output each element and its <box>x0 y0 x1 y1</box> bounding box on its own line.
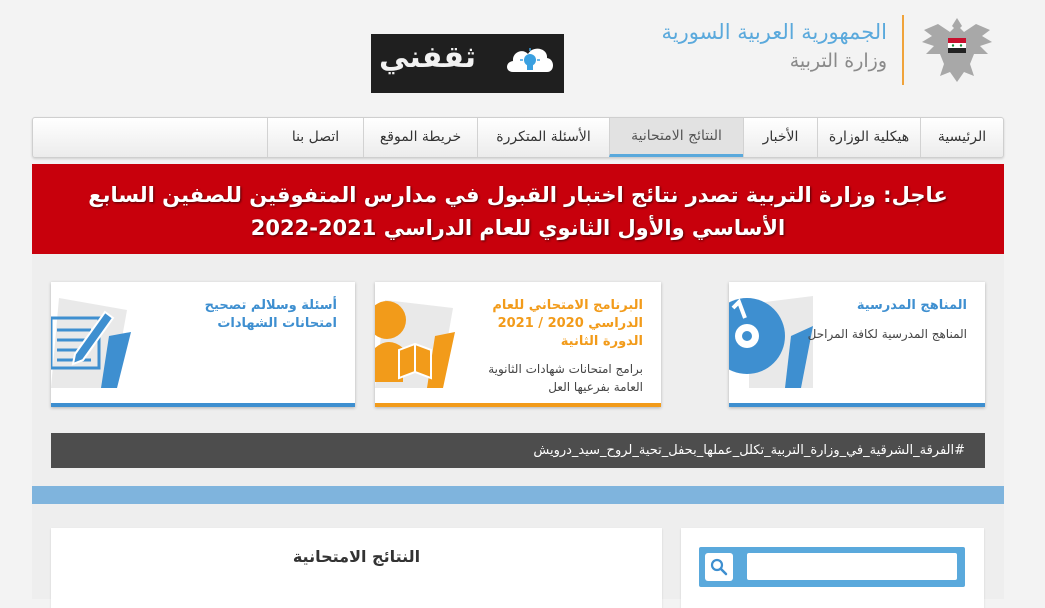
card-desc: المناهج المدرسية لكافة المراحل <box>807 327 967 341</box>
card-title: المناهج المدرسية <box>856 298 967 313</box>
nav-news[interactable]: الأخبار <box>743 118 817 157</box>
panel-title: النتائج الامتحانية <box>292 547 421 566</box>
pencil-paper-icon <box>51 298 131 388</box>
card-exam-program[interactable]: البرنامج الامتحاني للعام الدراسي 2020 / … <box>375 282 661 407</box>
card-title: البرنامج الامتحاني للعام الدراسي 2020 / … <box>492 298 643 349</box>
syrian-eagle-emblem <box>922 18 992 82</box>
nav-contact[interactable]: اتصل بنا <box>267 118 363 157</box>
logo-text: ثقفني <box>379 40 477 75</box>
breaking-text: وزارة التربية تصدر نتائج اختبار القبول ف… <box>88 183 876 240</box>
card-exam-questions[interactable]: أسئلة وسلالم تصحيح امتحانات الشهادات <box>51 282 355 407</box>
search-input[interactable] <box>747 553 957 580</box>
news-ticker[interactable]: #الفرقة_الشرقية_في_وزارة_التربية_تكلل_عم… <box>51 433 985 468</box>
card-bar <box>375 403 661 407</box>
card-title: أسئلة وسلالم تصحيح امتحانات الشهادات <box>204 298 337 331</box>
main-nav: الرئيسية هيكلية الوزارة الأخبار النتائج … <box>32 117 1004 158</box>
thaqafni-logo[interactable]: ثقفني <box>371 34 564 93</box>
search-button[interactable] <box>705 553 733 581</box>
breaking-news-banner[interactable]: عاجل: وزارة التربية تصدر نتائج اختبار ال… <box>32 164 1004 254</box>
header-divider <box>902 15 904 85</box>
nav-sitemap[interactable]: خريطة الموقع <box>363 118 477 157</box>
blue-divider-strip <box>32 486 1004 504</box>
republic-name: الجمهورية العربية السورية <box>661 20 887 44</box>
card-bar <box>729 403 985 407</box>
search-box <box>699 547 965 587</box>
nav-exam-results[interactable]: النتائج الامتحانية <box>609 118 743 157</box>
card-curricula[interactable]: المناهج المدرسية المناهج المدرسية لكافة … <box>729 282 985 407</box>
nav-faq[interactable]: الأسئلة المتكررة <box>477 118 609 157</box>
card-desc: برامج امتحانات شهادات الثانوية العامة بف… <box>488 362 643 394</box>
nav-ministry-structure[interactable]: هيكلية الوزارة <box>817 118 920 157</box>
search-icon <box>710 558 728 576</box>
search-panel <box>681 528 984 608</box>
breaking-prefix: عاجل: <box>883 183 948 207</box>
nav-home[interactable]: الرئيسية <box>920 118 1003 157</box>
reader-icon <box>375 300 455 388</box>
ticker-text: #الفرقة_الشرقية_في_وزارة_التربية_تكلل_عم… <box>533 443 965 458</box>
lightbulb-cloud-icon <box>507 48 553 72</box>
card-bar <box>51 403 355 407</box>
ministry-name: وزارة التربية <box>789 50 887 72</box>
exam-results-panel: النتائج الامتحانية <box>51 528 662 608</box>
